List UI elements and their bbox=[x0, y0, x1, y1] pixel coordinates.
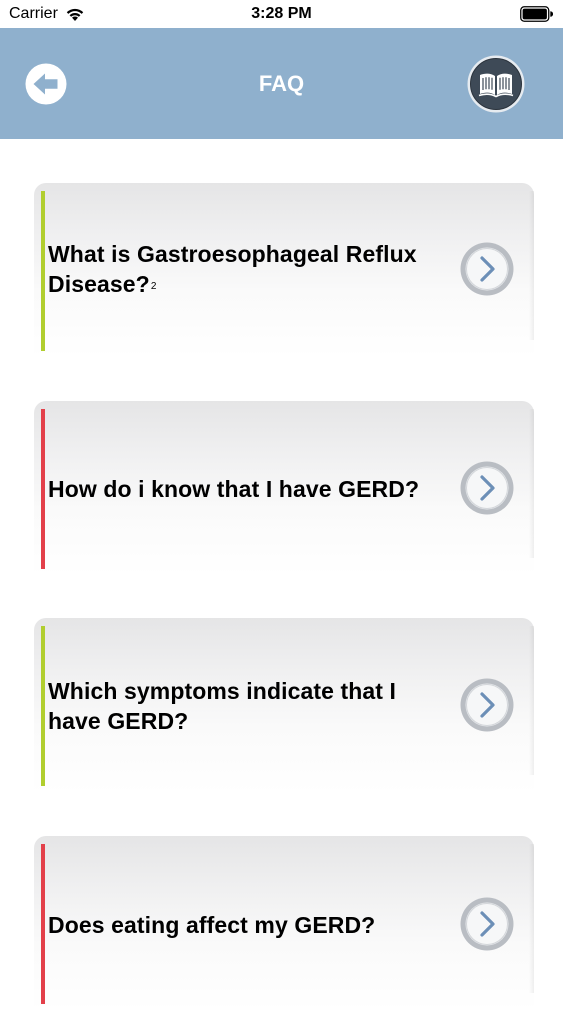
book-icon bbox=[467, 55, 525, 113]
faq-question-text: How do i know that I have GERD? bbox=[48, 475, 420, 502]
chevron-button[interactable] bbox=[460, 242, 514, 296]
faq-item-gerd-definition[interactable]: What is Gastroesophageal Reflux Disease?… bbox=[34, 183, 534, 358]
footnote-marker: 2 bbox=[150, 281, 157, 292]
faq-question: Does eating affect my GERD? bbox=[48, 836, 448, 1014]
faq-item-know-gerd[interactable]: How do i know that I have GERD? bbox=[34, 401, 534, 576]
faq-question: Which symptoms indicate that I have GERD… bbox=[48, 618, 448, 793]
faq-list: What is Gastroesophageal Reflux Disease?… bbox=[0, 139, 563, 1011]
chevron-right-icon bbox=[460, 897, 514, 951]
accent-bar-green bbox=[41, 191, 45, 351]
navigation-bar: FAQ bbox=[0, 28, 563, 139]
chevron-right-icon bbox=[460, 242, 514, 296]
card-edge-shadow bbox=[529, 626, 534, 775]
status-time: 3:28 PM bbox=[251, 5, 312, 22]
faq-question-text: What is Gastroesophageal Reflux Disease?… bbox=[48, 241, 417, 297]
chevron-button[interactable] bbox=[460, 897, 514, 951]
faq-question-text: Which symptoms indicate that I have GERD… bbox=[48, 677, 397, 734]
chevron-button[interactable] bbox=[460, 461, 514, 515]
chevron-button[interactable] bbox=[460, 678, 514, 732]
faq-question-text: Does eating affect my GERD? bbox=[48, 912, 376, 938]
status-bar: Carrier 3:28 PM bbox=[0, 0, 563, 28]
faq-item-symptoms[interactable]: Which symptoms indicate that I have GERD… bbox=[34, 618, 534, 793]
chevron-right-icon bbox=[460, 461, 514, 515]
accent-bar-green bbox=[41, 626, 45, 786]
card-edge-shadow bbox=[529, 409, 534, 558]
faq-item-eating[interactable]: Does eating affect my GERD? bbox=[34, 836, 534, 1011]
faq-question: How do i know that I have GERD? bbox=[48, 401, 448, 576]
faq-question: What is Gastroesophageal Reflux Disease?… bbox=[48, 183, 448, 358]
book-button[interactable] bbox=[467, 55, 525, 113]
accent-bar-red bbox=[41, 409, 45, 569]
card-edge-shadow bbox=[529, 844, 534, 993]
battery-icon bbox=[520, 6, 553, 22]
accent-bar-red bbox=[41, 844, 45, 1004]
chevron-right-icon bbox=[460, 678, 514, 732]
card-edge-shadow bbox=[529, 191, 534, 340]
